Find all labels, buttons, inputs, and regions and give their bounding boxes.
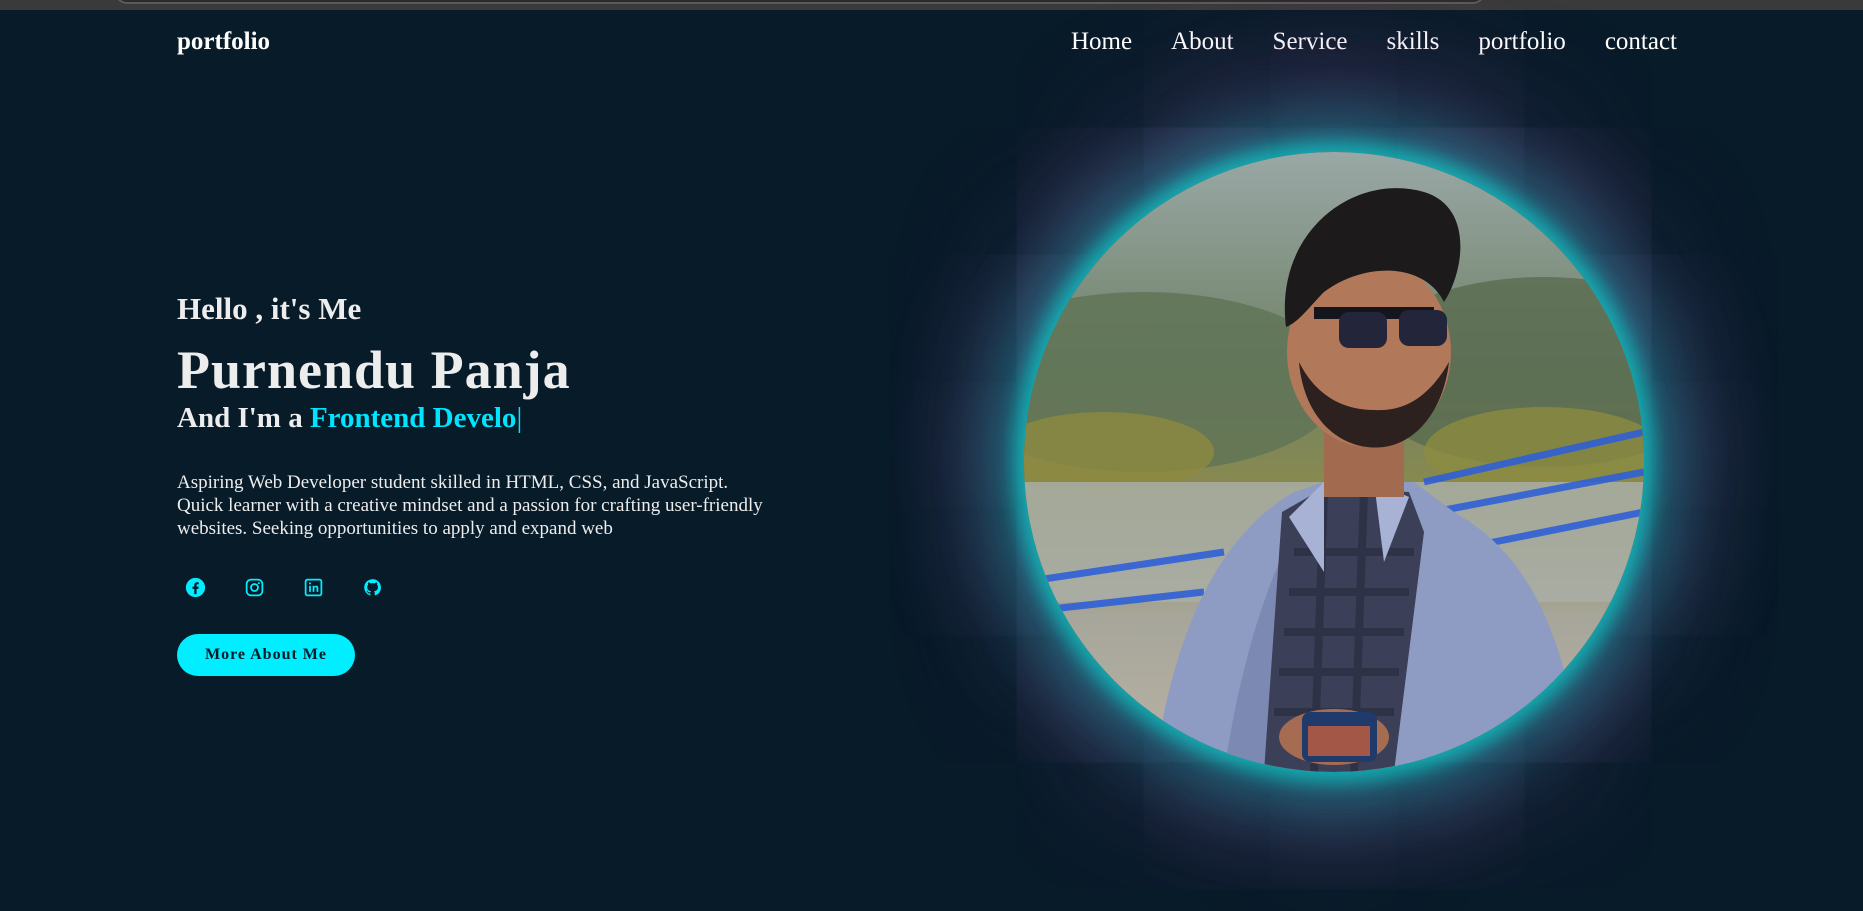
nav-service[interactable]: Service — [1273, 28, 1348, 56]
browser-address-bar[interactable] — [115, 0, 1485, 4]
site-header: portfolio Home About Service skills port… — [0, 10, 1863, 80]
hero-role: And I'm a Frontend Develo| — [177, 401, 797, 436]
nav-skills[interactable]: skills — [1387, 28, 1440, 56]
hero-name: Purnendu Panja — [177, 340, 571, 401]
nav-about[interactable]: About — [1171, 28, 1234, 56]
social-links — [177, 577, 797, 598]
hero-description: Aspiring Web Developer student skilled i… — [177, 472, 763, 540]
typing-cursor: | — [516, 401, 523, 434]
role-prefix: And I'm a — [177, 401, 310, 434]
nav-contact[interactable]: contact — [1605, 28, 1677, 56]
github-icon[interactable] — [362, 577, 383, 598]
profile-photo — [1024, 152, 1644, 772]
logo[interactable]: portfolio — [177, 28, 270, 56]
instagram-icon[interactable] — [244, 577, 265, 598]
profile-photo-illustration — [1024, 152, 1644, 772]
linkedin-icon[interactable] — [303, 577, 324, 598]
hero-greeting: Hello , it's Me — [177, 291, 362, 326]
main-nav: Home About Service skills portfolio cont… — [1071, 28, 1677, 56]
more-about-me-button[interactable]: More About Me — [177, 634, 355, 677]
facebook-icon[interactable] — [185, 577, 206, 598]
nav-home[interactable]: Home — [1071, 28, 1132, 56]
role-typed-text: Frontend Develo — [309, 401, 517, 434]
hero-content: Hello , it's Me Purnendu Panja And I'm a… — [177, 290, 797, 677]
nav-portfolio[interactable]: portfolio — [1478, 28, 1566, 56]
